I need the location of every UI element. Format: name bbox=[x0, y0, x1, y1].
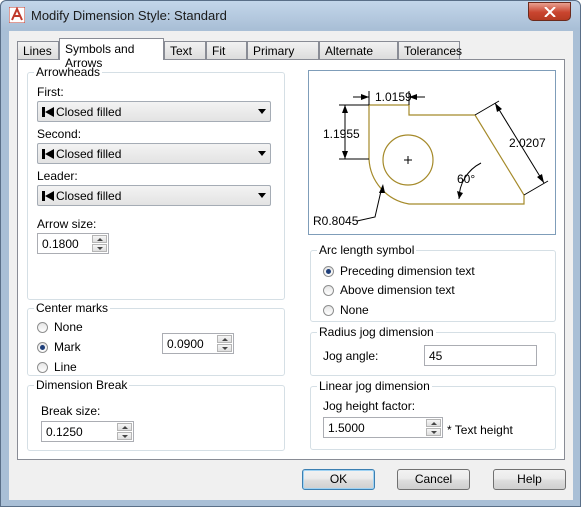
second-arrowhead-dropdown[interactable]: Closed filled bbox=[37, 143, 271, 164]
tab-fit[interactable]: Fit bbox=[206, 41, 247, 59]
radio-label: Mark bbox=[54, 340, 81, 354]
spin-down-button[interactable] bbox=[117, 432, 132, 440]
jog-height-factor-value: 1.5000 bbox=[328, 421, 365, 435]
center-mark-size-value: 0.0900 bbox=[167, 337, 204, 351]
dimension-break-group: Dimension Break Break size: 0.1250 bbox=[27, 378, 285, 451]
tab-text[interactable]: Text bbox=[164, 41, 206, 59]
center-mark-line-radio[interactable]: Line bbox=[37, 360, 77, 374]
jog-height-factor-label: Jog height factor: bbox=[323, 399, 416, 413]
first-arrowhead-dropdown[interactable]: Closed filled bbox=[37, 101, 271, 122]
preview-radius: R0.8045 bbox=[313, 214, 359, 228]
spin-down-button[interactable] bbox=[92, 244, 107, 252]
symbols-arrows-panel: Arrowheads First: Closed filled Second: … bbox=[17, 59, 565, 460]
preview-drawing: 1.0159 1.1955 2.0207 60° R0.8045 bbox=[313, 90, 549, 228]
radio-label: None bbox=[340, 303, 369, 317]
arc-length-group: Arc length symbol Preceding dimension te… bbox=[310, 243, 556, 322]
tab-symbols-and-arrows[interactable]: Symbols and Arrows bbox=[59, 38, 164, 70]
closed-filled-arrow-icon bbox=[42, 191, 54, 201]
radio-button-selected-icon bbox=[37, 341, 48, 353]
preview-angle: 60° bbox=[457, 172, 475, 186]
dimension-break-title: Dimension Break bbox=[34, 378, 130, 392]
ok-button[interactable]: OK bbox=[302, 469, 375, 490]
arc-length-title: Arc length symbol bbox=[317, 243, 417, 257]
spin-up-button[interactable] bbox=[117, 423, 132, 431]
arc-none-radio[interactable]: None bbox=[323, 303, 369, 317]
break-size-stepper[interactable]: 0.1250 bbox=[41, 421, 134, 442]
spin-down-button[interactable] bbox=[426, 428, 441, 436]
center-marks-title: Center marks bbox=[34, 301, 111, 315]
break-size-label: Break size: bbox=[41, 404, 101, 418]
break-size-value: 0.1250 bbox=[46, 425, 83, 439]
help-button[interactable]: Help bbox=[493, 469, 566, 490]
radius-jog-title: Radius jog dimension bbox=[317, 325, 436, 339]
center-mark-none-radio[interactable]: None bbox=[37, 320, 83, 334]
leader-arrowhead-value: Closed filled bbox=[56, 189, 122, 203]
radio-label: None bbox=[54, 320, 83, 334]
dialog-window: Modify Dimension Style: Standard Lines S… bbox=[0, 0, 581, 507]
tab-tolerances[interactable]: Tolerances bbox=[398, 41, 462, 59]
first-arrowhead-value: Closed filled bbox=[56, 105, 122, 119]
jog-angle-label: Jog angle: bbox=[323, 349, 379, 363]
text-height-suffix: * Text height bbox=[447, 423, 513, 437]
close-icon bbox=[544, 7, 556, 17]
chevron-down-icon bbox=[258, 151, 266, 156]
radius-jog-group: Radius jog dimension Jog angle: 45 bbox=[310, 325, 556, 376]
preview-dim-left: 1.1955 bbox=[323, 127, 360, 141]
center-marks-group: Center marks None Mark Line 0.0900 bbox=[27, 301, 285, 376]
window-title: Modify Dimension Style: Standard bbox=[31, 8, 227, 23]
jog-angle-value: 45 bbox=[429, 349, 443, 363]
tab-alternate-units[interactable]: Alternate Units bbox=[319, 41, 398, 72]
radio-label: Preceding dimension text bbox=[340, 264, 475, 278]
leader-label: Leader: bbox=[37, 169, 78, 183]
center-mark-mark-radio[interactable]: Mark bbox=[37, 340, 81, 354]
arrowheads-group: Arrowheads First: Closed filled Second: … bbox=[27, 65, 285, 300]
second-arrowhead-value: Closed filled bbox=[56, 147, 122, 161]
title-bar[interactable]: Modify Dimension Style: Standard bbox=[1, 1, 580, 29]
first-label: First: bbox=[37, 85, 64, 99]
arc-preceding-radio[interactable]: Preceding dimension text bbox=[323, 264, 475, 278]
cancel-button[interactable]: Cancel bbox=[397, 469, 470, 490]
preview-dim-top: 1.0159 bbox=[375, 90, 412, 104]
linear-jog-group: Linear jog dimension Jog height factor: … bbox=[310, 379, 556, 450]
dimension-preview: 1.0159 1.1955 2.0207 60° R0.8045 bbox=[308, 70, 556, 235]
spin-up-button[interactable] bbox=[217, 335, 232, 343]
radio-label: Line bbox=[54, 360, 77, 374]
radio-button-icon bbox=[37, 361, 48, 373]
dialog-client-area: Lines Symbols and Arrows Text Fit Primar… bbox=[9, 31, 573, 500]
tab-primary-units[interactable]: Primary Units bbox=[247, 41, 319, 72]
preview-dim-right: 2.0207 bbox=[509, 136, 546, 150]
radio-button-selected-icon bbox=[323, 265, 334, 277]
closed-filled-arrow-icon bbox=[42, 107, 54, 117]
center-mark-size-stepper[interactable]: 0.0900 bbox=[162, 333, 234, 354]
closed-filled-arrow-icon bbox=[42, 149, 54, 159]
arc-above-radio[interactable]: Above dimension text bbox=[323, 283, 455, 297]
arrow-size-label: Arrow size: bbox=[37, 217, 97, 231]
radio-button-icon bbox=[323, 304, 334, 316]
radio-button-icon bbox=[37, 321, 48, 333]
second-label: Second: bbox=[37, 127, 82, 141]
arrow-size-stepper[interactable]: 0.1800 bbox=[37, 233, 109, 254]
radio-label: Above dimension text bbox=[340, 283, 455, 297]
arrow-size-value: 0.1800 bbox=[42, 237, 79, 251]
radio-button-icon bbox=[323, 284, 334, 296]
leader-arrowhead-dropdown[interactable]: Closed filled bbox=[37, 185, 271, 206]
jog-angle-input[interactable]: 45 bbox=[424, 345, 537, 366]
jog-height-factor-stepper[interactable]: 1.5000 bbox=[323, 417, 443, 438]
spin-up-button[interactable] bbox=[92, 235, 107, 243]
chevron-down-icon bbox=[258, 109, 266, 114]
spin-down-button[interactable] bbox=[217, 344, 232, 352]
linear-jog-title: Linear jog dimension bbox=[317, 379, 432, 393]
close-button[interactable] bbox=[528, 2, 571, 21]
tab-lines[interactable]: Lines bbox=[17, 41, 59, 59]
spin-up-button[interactable] bbox=[426, 419, 441, 427]
chevron-down-icon bbox=[258, 193, 266, 198]
autocad-app-icon bbox=[9, 7, 25, 23]
